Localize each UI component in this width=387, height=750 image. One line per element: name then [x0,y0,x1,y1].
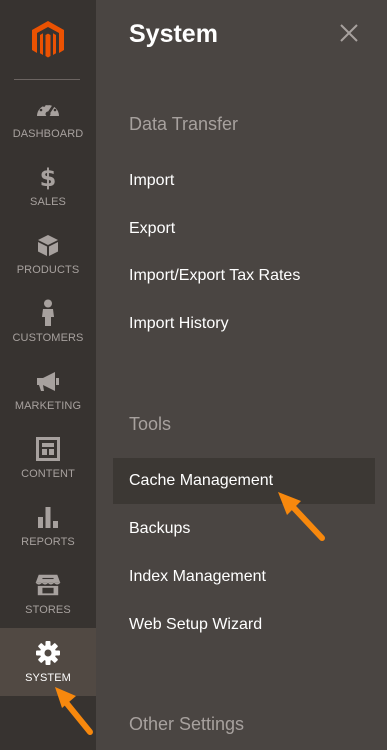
menu-link-index-management[interactable]: Index Management [113,554,375,600]
section-title-other-settings: Other Settings [129,714,245,734]
nav-item-customers[interactable]: CUSTOMERS [0,288,96,356]
section-title-tools: Tools [129,414,172,434]
nav-item-dashboard[interactable]: DASHBOARD [0,84,96,152]
section-title-data-transfer: Data Transfer [129,114,239,134]
admin-sidebar: DASHBOARD $ SALES PRODUCTS CUSTOMERS MAR… [0,0,96,750]
svg-text:$: $ [40,164,57,190]
bar-chart-icon [35,504,61,530]
nav-item-content[interactable]: CONTENT [0,424,96,492]
magento-logo-icon [32,21,64,58]
system-flyout-panel: System Data Transfer Import Export Impor… [96,0,387,750]
cube-icon [35,232,61,258]
person-icon [35,299,61,326]
close-button[interactable] [336,20,362,46]
gear-icon [35,640,61,666]
nav-item-sales[interactable]: $ SALES [0,152,96,220]
menu-link-cache-management[interactable]: Cache Management [113,458,375,504]
megaphone-icon [35,368,61,394]
logo[interactable] [0,0,96,80]
menu-link-backups[interactable]: Backups [113,506,375,552]
storefront-icon [35,572,61,598]
menu-link-import-history[interactable]: Import History [113,301,375,347]
menu-link-export[interactable]: Export [113,206,375,252]
nav-item-stores[interactable]: STORES [0,560,96,628]
nav-label-marketing: MARKETING [14,400,82,412]
nav-label-reports: REPORTS [21,536,75,548]
menu-link-import-export-tax-rates[interactable]: Import/Export Tax Rates [113,253,375,299]
logo-divider [14,79,80,80]
menu-link-import[interactable]: Import [113,158,375,204]
nav-label-system: SYSTEM [25,672,71,684]
nav-label-products: PRODUCTS [16,264,80,276]
nav-label-dashboard: DASHBOARD [12,128,84,140]
nav-label-sales: SALES [30,196,66,208]
close-icon [340,24,358,42]
nav-item-marketing[interactable]: MARKETING [0,356,96,424]
nav-item-products[interactable]: PRODUCTS [0,220,96,288]
panel-title: System [129,20,218,48]
nav-label-stores: STORES [25,604,71,616]
nav-label-content: CONTENT [21,468,75,480]
dashboard-gauge-icon [35,96,61,122]
nav-label-customers: CUSTOMERS [12,332,84,344]
nav-item-system[interactable]: SYSTEM [0,628,96,696]
nav-item-reports[interactable]: REPORTS [0,492,96,560]
dollar-icon: $ [35,164,61,190]
menu-link-web-setup-wizard[interactable]: Web Setup Wizard [113,602,375,648]
layout-icon [35,436,61,462]
